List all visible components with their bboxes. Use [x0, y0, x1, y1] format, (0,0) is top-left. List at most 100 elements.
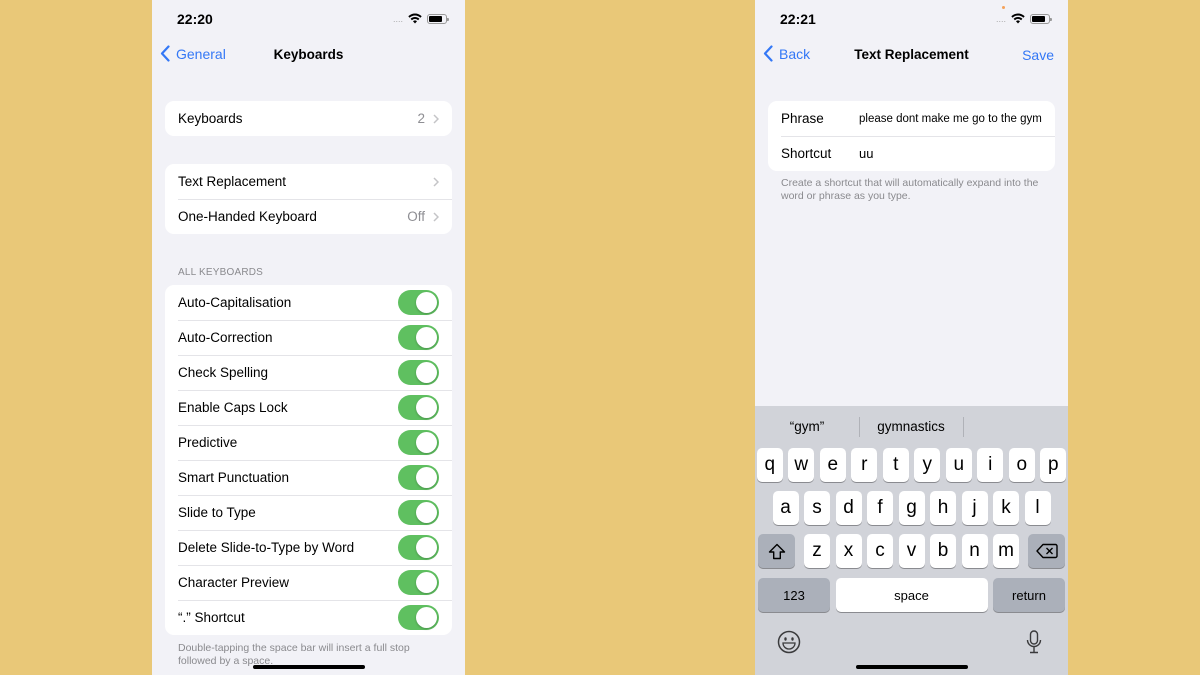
- toggle-switch[interactable]: [398, 325, 439, 350]
- battery-icon: [1030, 13, 1052, 24]
- onscreen-keyboard: “gym” gymnastics qwertyuiop asdfghjkl zx…: [755, 406, 1068, 675]
- row-label: Keyboards: [178, 111, 243, 126]
- key-g[interactable]: g: [898, 491, 925, 525]
- all-keyboards-group: Auto-Capitalisation Auto-Correction Check …: [165, 285, 452, 635]
- toggle-label: Check Spelling: [178, 365, 269, 380]
- toggle-label: Slide to Type: [178, 505, 256, 520]
- one-handed-keyboard-row[interactable]: One-Handed Keyboard Off: [165, 199, 452, 234]
- back-button[interactable]: General: [160, 45, 226, 62]
- toggle-switch[interactable]: [398, 430, 439, 455]
- toggle-label: Delete Slide-to-Type by Word: [178, 540, 355, 555]
- delete-icon: [1035, 543, 1058, 559]
- toggle-switch[interactable]: [398, 360, 439, 385]
- suggestion-1[interactable]: “gym”: [755, 414, 859, 440]
- key-row-4: 123 space return: [755, 578, 1068, 612]
- signal-icon: ....: [995, 14, 1006, 24]
- row-label: Text Replacement: [178, 174, 287, 189]
- key-b[interactable]: b: [930, 534, 956, 568]
- numbers-key[interactable]: 123: [758, 578, 830, 612]
- text-replacement-row[interactable]: Text Replacement: [165, 164, 452, 199]
- toggle-switch[interactable]: [398, 290, 439, 315]
- key-row-1: qwertyuiop: [755, 448, 1068, 482]
- toggle-row: Predictive: [165, 425, 452, 460]
- key-y[interactable]: y: [914, 448, 941, 482]
- home-indicator[interactable]: [855, 665, 968, 669]
- toggle-switch[interactable]: [398, 570, 439, 595]
- key-f[interactable]: f: [867, 491, 893, 525]
- key-d[interactable]: d: [835, 491, 862, 525]
- privacy-indicator-dot: [1002, 6, 1005, 9]
- chevron-right-icon: [433, 176, 439, 187]
- key-s[interactable]: s: [804, 491, 830, 525]
- key-o[interactable]: o: [1008, 448, 1035, 482]
- shortcut-row: Shortcut: [768, 136, 1055, 171]
- suggestion-2[interactable]: gymnastics: [859, 414, 963, 440]
- status-bar: 22:20 ....: [152, 0, 465, 40]
- key-k[interactable]: k: [993, 491, 1019, 525]
- toggle-label: Character Preview: [178, 575, 290, 590]
- nav-bar: Back Text Replacement Save: [755, 40, 1068, 70]
- key-l[interactable]: l: [1024, 491, 1051, 525]
- back-label: Back: [779, 45, 811, 62]
- home-indicator[interactable]: [252, 665, 365, 669]
- microphone-icon[interactable]: [1026, 630, 1042, 656]
- return-key[interactable]: return: [993, 578, 1065, 612]
- row-value: Off: [407, 209, 425, 224]
- delete-key[interactable]: [1028, 534, 1065, 568]
- save-button[interactable]: Save: [1022, 47, 1054, 63]
- row-value: 2: [417, 111, 425, 126]
- toggle-switch[interactable]: [398, 605, 439, 630]
- nav-bar: General Keyboards: [152, 40, 465, 70]
- keyboards-settings-screen: 22:20 .... General Keyboards Keyboards 2…: [152, 0, 465, 675]
- shift-key[interactable]: [758, 534, 795, 568]
- key-j[interactable]: j: [961, 491, 988, 525]
- chevron-left-icon: [160, 45, 170, 62]
- key-h[interactable]: h: [930, 491, 956, 525]
- chevron-right-icon: [433, 113, 439, 124]
- space-key[interactable]: space: [835, 578, 988, 612]
- toggle-switch[interactable]: [398, 395, 439, 420]
- toggle-row: Enable Caps Lock: [165, 390, 452, 425]
- key-q[interactable]: q: [756, 448, 783, 482]
- toggle-row: Auto-Correction: [165, 320, 452, 355]
- key-x[interactable]: x: [835, 534, 862, 568]
- phrase-input[interactable]: [859, 112, 1055, 125]
- toggle-switch[interactable]: [398, 465, 439, 490]
- shortcut-input[interactable]: [859, 146, 1055, 161]
- key-w[interactable]: w: [788, 448, 815, 482]
- key-p[interactable]: p: [1040, 448, 1067, 482]
- key-a[interactable]: a: [772, 491, 799, 525]
- text-replacement-screen: 22:21 .... Back Text Replacement Save Ph…: [755, 0, 1068, 675]
- toggle-label: “.” Shortcut: [178, 610, 245, 625]
- key-v[interactable]: v: [898, 534, 925, 568]
- emoji-icon[interactable]: [777, 630, 801, 654]
- toggle-switch[interactable]: [398, 500, 439, 525]
- key-i[interactable]: i: [977, 448, 1004, 482]
- key-e[interactable]: e: [819, 448, 846, 482]
- back-label: General: [176, 45, 226, 62]
- key-c[interactable]: c: [867, 534, 893, 568]
- back-button[interactable]: Back: [763, 45, 810, 62]
- toggle-label: Smart Punctuation: [178, 470, 290, 485]
- replacement-form: Phrase Shortcut: [768, 101, 1055, 171]
- suggestion-3[interactable]: [963, 414, 1067, 440]
- toggle-label: Auto-Correction: [178, 330, 273, 345]
- key-r[interactable]: r: [851, 448, 878, 482]
- key-u[interactable]: u: [945, 448, 972, 482]
- status-bar: 22:21 ....: [755, 0, 1068, 40]
- toggle-label: Auto-Capitalisation: [178, 295, 292, 310]
- keyboards-row[interactable]: Keyboards 2: [165, 101, 452, 136]
- key-n[interactable]: n: [961, 534, 988, 568]
- battery-icon: [427, 13, 449, 24]
- key-m[interactable]: m: [993, 534, 1019, 568]
- row-label: One-Handed Keyboard: [178, 209, 317, 224]
- toggle-switch[interactable]: [398, 535, 439, 560]
- key-row-2: asdfghjkl: [755, 491, 1068, 525]
- shortcut-label: Shortcut: [781, 146, 832, 161]
- key-z[interactable]: z: [804, 534, 830, 568]
- key-t[interactable]: t: [882, 448, 909, 482]
- chevron-left-icon: [763, 45, 773, 62]
- toggle-row: Character Preview: [165, 565, 452, 600]
- toggle-row: Auto-Capitalisation: [165, 285, 452, 320]
- wifi-icon: [408, 13, 422, 24]
